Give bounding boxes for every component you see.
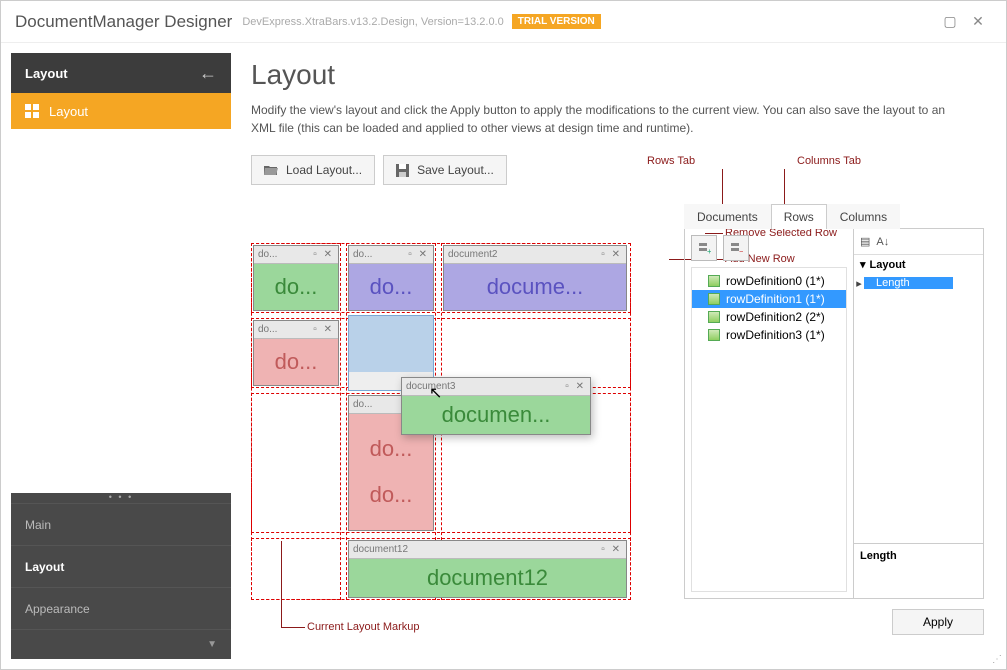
tree-row[interactable]: rowDefinition0 (1*) [692, 272, 846, 290]
sidebar-item-label: Layout [49, 104, 88, 119]
trial-badge: TRIAL VERSION [512, 14, 601, 29]
tile-document2[interactable]: document2▫ ✕ docume... [443, 245, 627, 311]
sidebar-item-layout[interactable]: Layout [11, 93, 231, 129]
expand-arrow-icon: ▸ [854, 277, 864, 290]
tree-row[interactable]: rowDefinition2 (2*) [692, 308, 846, 326]
definitions-tabs: Documents Rows Columns [684, 203, 984, 229]
folder-open-icon [264, 164, 278, 176]
sidebar-expand-arrow[interactable]: ▼ [11, 629, 231, 659]
row-def-icon [708, 293, 720, 305]
main-panel: Layout Modify the view's layout and clic… [241, 43, 1006, 669]
tile-document-row2a[interactable]: do...▫ ✕ do... [253, 320, 339, 386]
page-description: Modify the view's layout and click the A… [251, 101, 951, 137]
resize-grip-icon[interactable]: ⋰ [992, 654, 1002, 665]
apply-button[interactable]: Apply [892, 609, 984, 635]
alphabetical-icon[interactable]: A↓ [876, 236, 889, 248]
tile-controls-icon[interactable]: ▫ ✕ [601, 249, 622, 260]
tree-row[interactable]: rowDefinition3 (1*) [692, 326, 846, 344]
sidebar: Layout ← Layout • • • Main Layout Appear… [1, 43, 241, 669]
svg-text:+: + [707, 247, 711, 255]
back-arrow-icon[interactable]: ← [199, 63, 217, 84]
sidebar-header: Layout ← [11, 53, 231, 93]
property-grid-toolbar: ▤ A↓ [854, 229, 983, 255]
tile-document0[interactable]: do...▫ ✕ do... [253, 245, 339, 311]
property-category[interactable]: ▾Layout [854, 255, 983, 274]
layout-canvas[interactable]: do...▫ ✕ do... do...▫ ✕ do... document2▫… [251, 243, 631, 603]
sidebar-cat-appearance[interactable]: Appearance [11, 587, 231, 629]
tab-documents[interactable]: Documents [684, 204, 771, 229]
svg-text:−: − [739, 247, 743, 255]
row-def-icon [708, 329, 720, 341]
property-row-length[interactable]: ▸ Length [854, 274, 983, 292]
close-button[interactable]: ✕ [964, 13, 992, 30]
callout-columns-tab: Columns Tab [797, 155, 861, 167]
tile-controls-icon[interactable]: ▫ ✕ [601, 544, 622, 555]
property-description: Length [854, 543, 983, 598]
tile-document3-dragging[interactable]: document3▫ ✕ documen... [401, 377, 591, 435]
app-title: DocumentManager Designer [15, 12, 232, 32]
remove-row-button[interactable]: − [723, 235, 749, 261]
save-layout-button[interactable]: Save Layout... [383, 155, 507, 185]
row-def-icon [708, 311, 720, 323]
add-row-button[interactable]: + [691, 235, 717, 261]
row-def-icon [708, 275, 720, 287]
layout-toolbar: Load Layout... Save Layout... [251, 155, 984, 185]
sidebar-grip[interactable]: • • • [11, 493, 231, 503]
row-definitions-tree[interactable]: rowDefinition0 (1*) rowDefinition1 (1*) … [691, 267, 847, 592]
callout-rows-tab: Rows Tab [647, 155, 695, 167]
collapse-arrow-icon: ▾ [860, 258, 866, 271]
titlebar: DocumentManager Designer DevExpress.Xtra… [1, 1, 1006, 43]
tile-document12[interactable]: document12▫ ✕ document12 [348, 540, 627, 598]
tile-document1[interactable]: do...▫ ✕ do... [348, 245, 434, 311]
categorized-icon[interactable]: ▤ [860, 235, 870, 248]
designer-window: DocumentManager Designer DevExpress.Xtra… [0, 0, 1007, 670]
tile-controls-icon[interactable]: ▫ ✕ [408, 249, 429, 260]
remove-row-icon: − [729, 241, 743, 255]
property-grid: ▤ A↓ ▾Layout ▸ Length Length [853, 229, 983, 598]
maximize-button[interactable]: ▢ [936, 13, 964, 30]
sidebar-cat-layout[interactable]: Layout [11, 545, 231, 587]
sidebar-header-title: Layout [25, 66, 68, 81]
tile-controls-icon[interactable]: ▫ ✕ [313, 324, 334, 335]
tab-columns[interactable]: Columns [827, 204, 900, 229]
page-title: Layout [251, 59, 984, 91]
definitions-pane: Documents Rows Columns + − [684, 203, 984, 635]
assembly-subtitle: DevExpress.XtraBars.v13.2.Design, Versio… [242, 16, 503, 28]
save-icon [396, 164, 409, 177]
load-layout-button[interactable]: Load Layout... [251, 155, 375, 185]
callout-current-markup: Current Layout Markup [307, 621, 420, 633]
add-row-icon: + [697, 241, 711, 255]
tile-controls-icon[interactable]: ▫ ✕ [313, 249, 334, 260]
layout-icon [25, 104, 39, 118]
tile-controls-icon[interactable]: ▫ ✕ [565, 381, 586, 392]
tree-row[interactable]: rowDefinition1 (1*) [692, 290, 846, 308]
sidebar-cat-main[interactable]: Main [11, 503, 231, 545]
tab-rows[interactable]: Rows [771, 204, 827, 229]
